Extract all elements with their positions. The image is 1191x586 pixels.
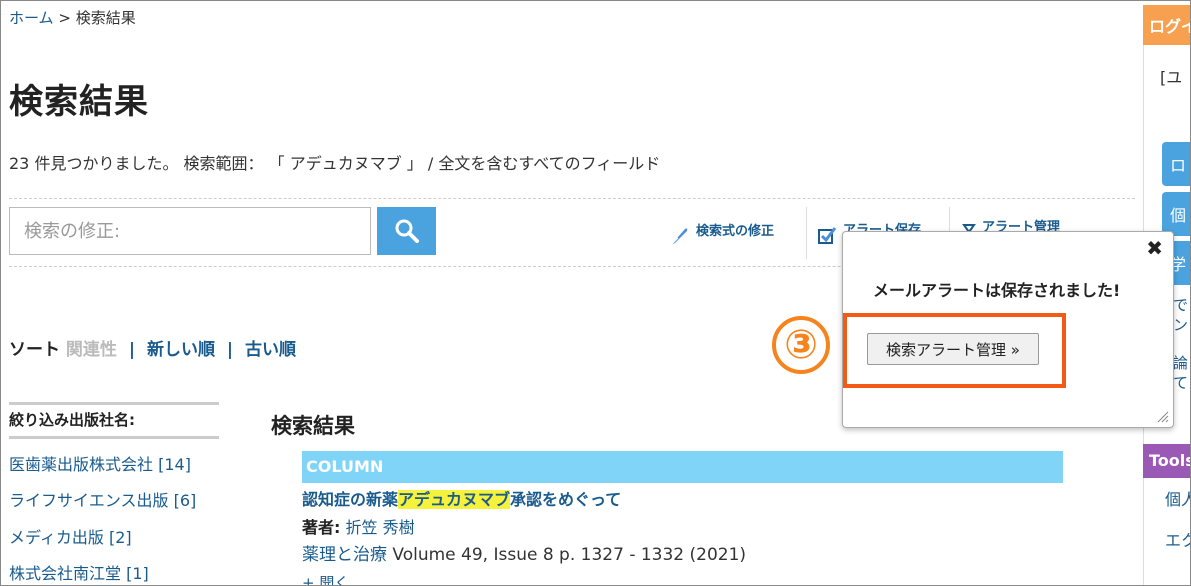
facet-item[interactable]: メディカ出版 [2] xyxy=(9,524,132,548)
breadcrumb-separator: > xyxy=(58,9,71,27)
search-icon xyxy=(395,219,419,243)
popup-message: メールアラートは保存されました! xyxy=(873,281,1121,300)
sort-bar: ソート 関連性 | 新しい順 | 古い順 xyxy=(9,335,296,360)
author-link[interactable]: 折笠 秀樹 xyxy=(346,518,415,537)
sort-relevance: 関連性 xyxy=(65,340,117,360)
tools-header: Tools xyxy=(1143,444,1191,478)
sort-label: ソート xyxy=(9,340,60,360)
search-button[interactable] xyxy=(377,207,436,255)
result-title-part: 認知症の新薬 xyxy=(302,490,399,509)
modify-query-link[interactable]: 検索式の修正 xyxy=(668,211,774,247)
sidebar-text: 論 xyxy=(1173,354,1189,372)
user-label: [ユ xyxy=(1160,68,1183,87)
search-summary: 23 件見つかりました。 検索範囲： 「 アデュカヌマブ 」 / 全文を含むすべ… xyxy=(9,154,661,173)
login-header: ログイン xyxy=(1143,5,1191,45)
sidebar-text: ン xyxy=(1173,316,1189,334)
tools-link[interactable]: 個人 xyxy=(1165,486,1191,510)
modify-query-label: 検索式の修正 xyxy=(696,223,775,239)
sidebar-text: で xyxy=(1173,296,1189,314)
sidebar-text: て xyxy=(1173,374,1189,392)
close-icon[interactable]: ✖ xyxy=(1146,236,1163,260)
feather-pen-icon xyxy=(670,228,688,246)
divider-top xyxy=(9,198,1135,199)
result-authors: 著者: 折笠 秀樹 xyxy=(302,514,415,538)
result-citation: 薬理と治療 Volume 49, Issue 8 p. 1327 - 1332 … xyxy=(302,540,746,565)
facet-title: 絞り込み出版社名: xyxy=(9,402,219,439)
search-input[interactable] xyxy=(9,207,371,255)
citation-detail: Volume 49, Issue 8 p. 1327 - 1332 (2021) xyxy=(387,545,747,565)
facet-item[interactable]: 医歯薬出版株式会社 [14] xyxy=(9,451,191,475)
annotation-highlight-box xyxy=(843,313,1066,388)
sort-separator: | xyxy=(128,340,136,360)
authors-label: 著者: xyxy=(302,518,341,537)
step-number: ③ xyxy=(784,322,818,368)
sort-newest-link[interactable]: 新しい順 xyxy=(147,340,215,360)
tools-link[interactable]: エク xyxy=(1165,527,1191,551)
sort-separator: | xyxy=(226,340,234,360)
sort-oldest-link[interactable]: 古い順 xyxy=(245,340,296,360)
category-bar: COLUMN xyxy=(302,451,1063,483)
facet-item[interactable]: ライフサイエンス出版 [6] xyxy=(9,487,196,511)
resize-grip-icon[interactable] xyxy=(1155,409,1169,423)
result-title-part: 承認をめぐって xyxy=(510,490,622,509)
annotation-step-marker: ③ xyxy=(772,316,830,374)
sidebar-button[interactable]: 個 xyxy=(1162,192,1191,236)
breadcrumb: ホーム > 検索結果 xyxy=(9,7,136,28)
checkbox-check-icon xyxy=(818,227,837,244)
result-title-link[interactable]: 認知症の新薬アデュカヌマブ承認をめぐって xyxy=(302,486,621,510)
result-title-highlight: アデュカヌマブ xyxy=(398,490,511,509)
facet-item[interactable]: 株式会社南江堂 [1] xyxy=(9,560,149,584)
expand-toggle[interactable]: + 開く xyxy=(302,572,349,586)
results-heading: 検索結果 xyxy=(271,414,355,438)
toolbar-separator xyxy=(806,207,807,259)
journal-link[interactable]: 薬理と治療 xyxy=(302,545,387,565)
breadcrumb-home-link[interactable]: ホーム xyxy=(9,9,54,27)
page-title: 検索結果 xyxy=(9,82,149,122)
sidebar-button[interactable]: ロ xyxy=(1162,142,1191,186)
breadcrumb-current: 検索結果 xyxy=(75,9,136,27)
